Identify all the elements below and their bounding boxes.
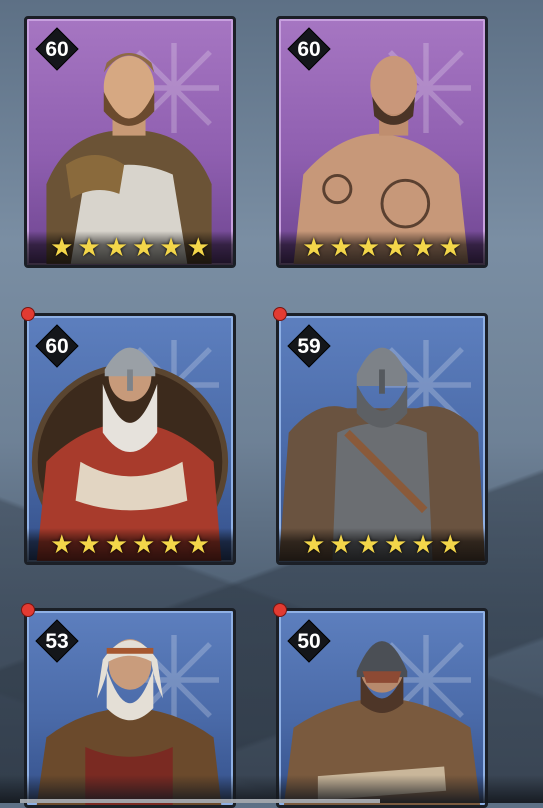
level-value: 60 bbox=[45, 38, 69, 61]
star-icon: ★ bbox=[302, 233, 326, 263]
level-badge: 60 bbox=[35, 27, 79, 71]
star-icon: ★ bbox=[438, 233, 462, 263]
star-icon: ★ bbox=[159, 233, 183, 263]
star-icon: ★ bbox=[50, 530, 74, 560]
level-badge: 60 bbox=[287, 27, 331, 71]
level-badge: 53 bbox=[35, 619, 79, 663]
star-icon: ★ bbox=[186, 530, 210, 560]
star-icon: ★ bbox=[132, 233, 156, 263]
star-icon: ★ bbox=[104, 233, 128, 263]
star-icon: ★ bbox=[384, 530, 408, 560]
star-icon: ★ bbox=[302, 530, 326, 560]
star-icon: ★ bbox=[411, 233, 435, 263]
level-value: 59 bbox=[297, 335, 321, 358]
alert-dot bbox=[273, 603, 287, 617]
star-rating: ★ ★ ★ ★ ★ ★ bbox=[27, 528, 233, 562]
level-value: 53 bbox=[45, 630, 69, 653]
star-icon: ★ bbox=[356, 233, 380, 263]
hero-card-4[interactable]: 59 ★ ★ ★ ★ ★ ★ bbox=[276, 313, 488, 565]
hero-grid: 60 ★ ★ ★ ★ ★ ★ 60 ★ ★ ★ ★ ★ ★ 60 ★ ★ ★ ★… bbox=[0, 0, 543, 808]
star-icon: ★ bbox=[132, 530, 156, 560]
alert-dot bbox=[21, 307, 35, 321]
hero-card-3[interactable]: 60 ★ ★ ★ ★ ★ ★ bbox=[24, 313, 236, 565]
scroll-indicator bbox=[20, 799, 380, 803]
level-value: 60 bbox=[45, 335, 69, 358]
star-icon: ★ bbox=[384, 233, 408, 263]
star-icon: ★ bbox=[356, 530, 380, 560]
star-icon: ★ bbox=[329, 233, 353, 263]
level-value: 60 bbox=[297, 38, 321, 61]
star-icon: ★ bbox=[438, 530, 462, 560]
star-rating: ★ ★ ★ ★ ★ ★ bbox=[279, 528, 485, 562]
star-icon: ★ bbox=[186, 233, 210, 263]
alert-dot bbox=[21, 603, 35, 617]
star-icon: ★ bbox=[159, 530, 183, 560]
star-icon: ★ bbox=[104, 530, 128, 560]
star-icon: ★ bbox=[77, 233, 101, 263]
hero-card-1[interactable]: 60 ★ ★ ★ ★ ★ ★ bbox=[24, 16, 236, 268]
star-rating: ★ ★ ★ ★ ★ ★ bbox=[27, 231, 233, 265]
hero-card-2[interactable]: 60 ★ ★ ★ ★ ★ ★ bbox=[276, 16, 488, 268]
level-badge: 50 bbox=[287, 619, 331, 663]
star-icon: ★ bbox=[329, 530, 353, 560]
level-badge: 60 bbox=[35, 324, 79, 368]
star-icon: ★ bbox=[411, 530, 435, 560]
level-value: 50 bbox=[297, 630, 321, 653]
star-icon: ★ bbox=[77, 530, 101, 560]
star-rating: ★ ★ ★ ★ ★ ★ bbox=[279, 231, 485, 265]
alert-dot bbox=[273, 307, 287, 321]
level-badge: 59 bbox=[287, 324, 331, 368]
star-icon: ★ bbox=[50, 233, 74, 263]
